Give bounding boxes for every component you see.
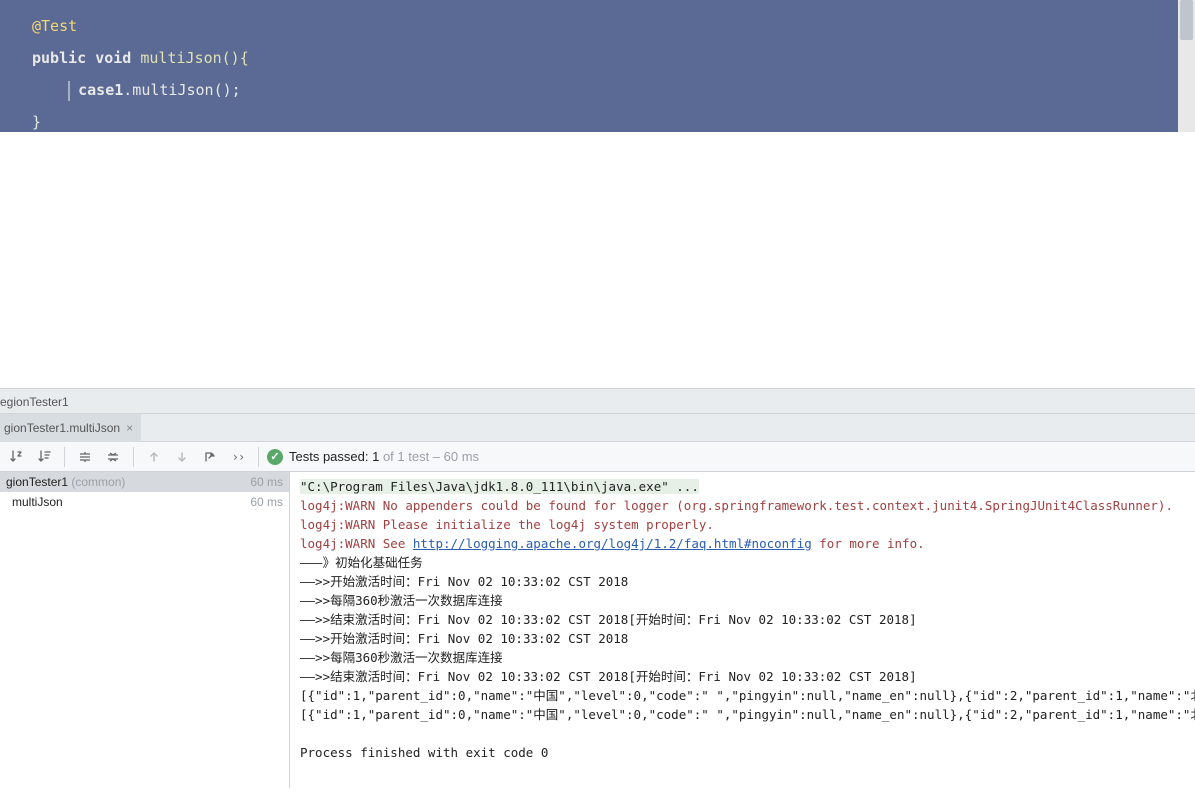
keyword-void: void: [95, 49, 131, 67]
test-toolbar: ›› ✓ Tests passed: 1 of 1 test – 60 ms: [0, 442, 1195, 472]
console-output[interactable]: "C:\Program Files\Java\jdk1.8.0_111\bin\…: [290, 472, 1195, 788]
test-tree-root[interactable]: gionTester1 (common) 60 ms: [0, 472, 289, 492]
console-line: ——>>开始激活时间：Fri Nov 02 10:33:02 CST 2018: [300, 572, 1185, 591]
more-icon[interactable]: ››: [226, 445, 250, 469]
console-line: [{"id":1,"parent_id":0,"name":"中国","leve…: [300, 686, 1185, 705]
console-exit-line: Process finished with exit code 0: [300, 743, 1185, 762]
separator: [133, 447, 134, 467]
close-brace: }: [32, 113, 41, 131]
method-call: .multiJson();: [123, 81, 240, 99]
annotation: @Test: [32, 17, 77, 35]
field-ref: case1: [78, 81, 123, 99]
expand-all-icon[interactable]: [73, 445, 97, 469]
test-status: ✓ Tests passed: 1 of 1 test – 60 ms: [267, 449, 479, 465]
test-tree-item[interactable]: multiJson 60 ms: [0, 492, 289, 512]
tree-root-time: 60 ms: [250, 475, 283, 489]
console-line: ——>>每隔360秒激活一次数据库连接: [300, 648, 1185, 667]
test-tab[interactable]: gionTester1.multiJson ×: [0, 414, 141, 442]
console-line: ——>>每隔360秒激活一次数据库连接: [300, 591, 1185, 610]
export-icon[interactable]: [198, 445, 222, 469]
tree-root-meta: (common): [71, 475, 125, 489]
console-warn-line: for more info.: [812, 536, 925, 551]
console-line: ———》初始化基础任务: [300, 553, 1185, 572]
scrollbar-thumb[interactable]: [1180, 0, 1193, 40]
console-line: [{"id":1,"parent_id":0,"name":"中国","leve…: [300, 705, 1185, 724]
test-tab-label: gionTester1.multiJson: [4, 421, 120, 435]
sort-alpha-icon[interactable]: [4, 445, 28, 469]
next-failed-icon[interactable]: [170, 445, 194, 469]
console-warn-line: log4j:WARN No appenders could be found f…: [300, 496, 1185, 515]
tree-item-time: 60 ms: [250, 495, 283, 509]
run-config-tab[interactable]: egionTester1: [0, 395, 69, 409]
separator: [64, 447, 65, 467]
editor-scrollbar[interactable]: [1178, 0, 1195, 132]
test-tree[interactable]: gionTester1 (common) 60 ms multiJson 60 …: [0, 472, 290, 788]
keyword-public: public: [32, 49, 86, 67]
test-tab-bar: gionTester1.multiJson ×: [0, 414, 1195, 442]
tests-passed-total: of 1 test – 60 ms: [379, 449, 479, 464]
console-line: ——>>结束激活时间：Fri Nov 02 10:33:02 CST 2018[…: [300, 667, 1185, 686]
console-warn-line: log4j:WARN Please initialize the log4j s…: [300, 515, 1185, 534]
prev-failed-icon[interactable]: [142, 445, 166, 469]
code-editor[interactable]: @Test public void multiJson(){ case1.mul…: [0, 0, 1195, 132]
console-line: ——>>开始激活时间：Fri Nov 02 10:33:02 CST 2018: [300, 629, 1185, 648]
console-command: "C:\Program Files\Java\jdk1.8.0_111\bin\…: [300, 479, 699, 494]
console-link[interactable]: http://logging.apache.org/log4j/1.2/faq.…: [413, 536, 812, 551]
run-config-tab-bar: egionTester1: [0, 388, 1195, 414]
method-name: multiJson(){: [140, 49, 248, 67]
collapse-all-icon[interactable]: [101, 445, 125, 469]
tree-root-name: gionTester1: [6, 475, 68, 489]
tree-item-name: multiJson: [6, 495, 63, 509]
check-icon: ✓: [267, 449, 283, 465]
results-pane: gionTester1 (common) 60 ms multiJson 60 …: [0, 472, 1195, 788]
close-icon[interactable]: ×: [126, 421, 133, 435]
tests-passed-count: Tests passed: 1: [289, 449, 379, 464]
sort-duration-icon[interactable]: [32, 445, 56, 469]
separator: [258, 447, 259, 467]
caret-indicator: [68, 81, 70, 101]
console-line: ——>>结束激活时间：Fri Nov 02 10:33:02 CST 2018[…: [300, 610, 1185, 629]
console-warn-line: log4j:WARN See: [300, 536, 413, 551]
